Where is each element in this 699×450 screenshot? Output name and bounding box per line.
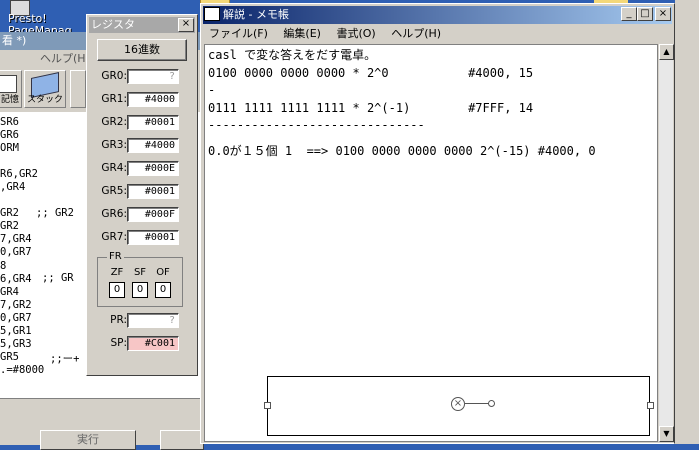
maximize-button[interactable]: □ — [637, 7, 653, 21]
notepad-menu-bar: ファイル(F) 編集(E) 書式(O) ヘルプ(H) — [203, 25, 672, 43]
memory-icon — [0, 75, 17, 93]
gr1-label: GR1: — [101, 93, 127, 105]
memory-label: 記憶 — [0, 95, 19, 105]
zf-value: 0 — [109, 282, 125, 298]
code-line: GR2 — [0, 220, 19, 233]
code-line: 7,GR4 — [0, 233, 32, 246]
gr2-label: GR2: — [101, 116, 127, 128]
zf-label: ZF — [110, 267, 124, 278]
gr6-label: GR6: — [101, 208, 127, 220]
gr6-value: #000F — [127, 207, 179, 222]
toolbar-button[interactable] — [70, 70, 86, 108]
menu-file[interactable]: ファイル(F) — [209, 27, 268, 40]
secondary-button[interactable] — [160, 430, 204, 450]
stack-label: スタック — [26, 95, 63, 105]
menu-edit[interactable]: 編集(E) — [283, 27, 321, 40]
of-value: 0 — [155, 282, 171, 298]
register-title-text: レジスタ — [91, 18, 135, 31]
scroll-up-icon[interactable]: ▲ — [659, 44, 674, 60]
code-line: ,GR4 — [0, 181, 26, 194]
text-line: 0.0が１５個 1 ==> 0100 0000 0000 0000 2^(-15… — [208, 143, 596, 158]
gr7-value: #0001 — [127, 230, 179, 245]
code-line: R6,GR2 — [0, 168, 38, 181]
vertical-scrollbar[interactable]: ▲ ▼ — [658, 44, 674, 442]
text-line: 0100 0000 0000 0000 * 2^0 #4000, 15 — [208, 65, 534, 80]
notepad-title: 解説 - メモ帳 — [223, 8, 289, 21]
code-line: 0,GR7 — [0, 311, 32, 324]
notepad-window: 解説 - メモ帳 _ □ × ファイル(F) 編集(E) 書式(O) ヘルプ(H… — [200, 3, 675, 444]
of-label: OF — [156, 267, 170, 278]
memory-button[interactable]: 記憶 — [0, 70, 22, 108]
code-line: 5,GR1 — [0, 324, 32, 337]
code-line: 8 — [0, 259, 7, 272]
pr-value: ? — [127, 313, 179, 328]
gr3-label: GR3: — [101, 139, 127, 151]
gr5-label: GR5: — [101, 185, 127, 197]
gr0-value: ? — [127, 69, 179, 84]
sp-value: #C001 — [127, 336, 179, 351]
register-window-title: レジスタ × — [89, 17, 195, 33]
code-line: 0,GR7 — [0, 246, 32, 259]
pr-label: PR: — [110, 314, 127, 326]
close-circle-icon[interactable]: × — [451, 397, 465, 411]
menu-help[interactable]: ヘルプ(H) — [40, 52, 90, 65]
text-line: casl で変な答えをだす電卓。 — [208, 48, 377, 62]
sf-label: SF — [133, 267, 147, 278]
notepad-title-bar[interactable]: 解説 - メモ帳 — [203, 6, 672, 24]
code-line: 7,GR2 — [0, 298, 32, 311]
fr-label: FR — [107, 251, 124, 262]
connector-end-icon[interactable] — [488, 400, 495, 407]
text-line: ------------------------------ — [208, 118, 425, 132]
code-line: 5,GR3 — [0, 337, 32, 350]
gr5-value: #0001 — [127, 184, 179, 199]
notepad-icon — [204, 7, 220, 21]
code-line: SR6 — [0, 116, 19, 128]
connector-line — [465, 403, 489, 404]
sp-label: SP: — [110, 337, 127, 349]
close-button[interactable]: × — [178, 18, 194, 32]
menu-help[interactable]: ヘルプ(H) — [391, 27, 441, 40]
scroll-down-icon[interactable]: ▼ — [659, 426, 674, 442]
code-comment: ;;ー+ — [50, 353, 80, 365]
run-button[interactable]: 実行 — [40, 430, 136, 450]
code-line: GR4 — [0, 285, 19, 298]
hex-toggle-button[interactable]: 16進数 — [97, 39, 187, 61]
menu-format[interactable]: 書式(O) — [336, 27, 375, 40]
gr0-label: GR0: — [101, 70, 127, 82]
text-line: - — [208, 83, 216, 97]
register-window: レジスタ × 16進数 GR0: ? GR1: #4000 GR2: #0001… — [86, 14, 198, 376]
resize-handle-left[interactable] — [264, 402, 271, 409]
close-button[interactable]: × — [655, 7, 671, 21]
gr7-label: GR7: — [101, 231, 127, 243]
text-line: 0111 1111 1111 1111 * 2^(-1) #7FFF, 14 — [208, 100, 534, 115]
gr2-value: #0001 — [127, 115, 179, 130]
code-line: GR6 — [0, 129, 19, 142]
gr3-value: #4000 — [127, 138, 179, 153]
desktop-edge — [675, 0, 699, 444]
gr1-value: #4000 — [127, 92, 179, 107]
gr4-label: GR4: — [101, 162, 127, 174]
minimize-button[interactable]: _ — [621, 7, 637, 21]
sf-value: 0 — [132, 282, 148, 298]
resize-handle-right[interactable] — [647, 402, 654, 409]
stack-button[interactable]: スタック — [24, 70, 66, 108]
notepad-content: casl で変な答えをだす電卓。 0100 0000 0000 0000 * 2^… — [208, 47, 596, 160]
gr4-value: #000E — [127, 161, 179, 176]
code-line: ORM — [0, 142, 19, 155]
code-comment: ;; GR2 — [36, 207, 74, 219]
code-comment: ;; GR — [42, 272, 74, 284]
